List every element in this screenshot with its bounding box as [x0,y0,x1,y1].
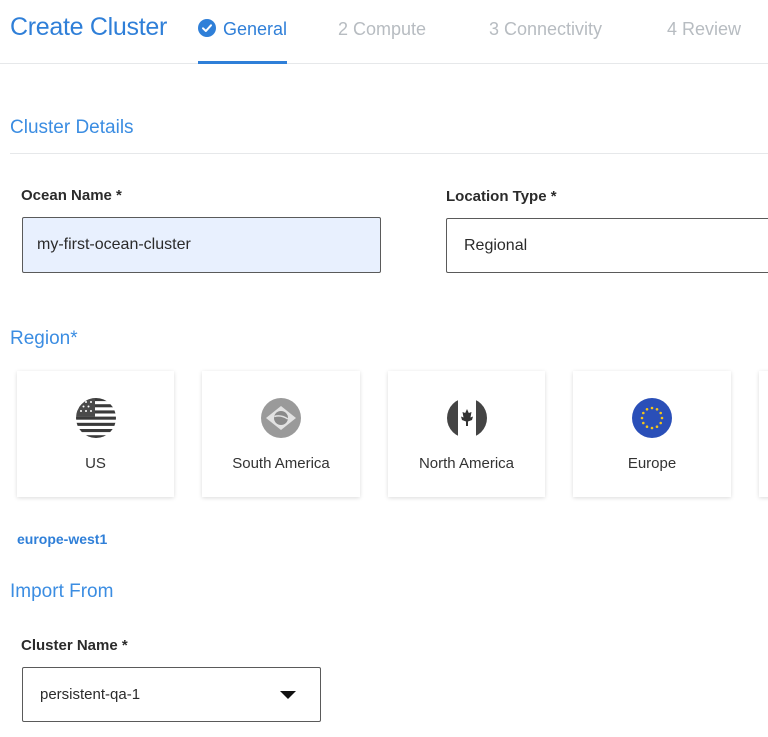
check-circle-icon [198,19,216,37]
brazil-flag-icon [261,398,301,438]
region-label-europe: Europe [627,455,677,472]
cluster-name-select[interactable]: persistent-qa-1 [22,667,321,722]
cluster-details-heading: Cluster Details [10,117,134,138]
step-review[interactable]: 4 Review [667,19,741,40]
import-from-heading: Import From [10,581,114,602]
active-step-indicator [198,61,287,64]
caret-down-icon [280,691,296,699]
location-type-label: Location Type * [446,188,557,205]
step-general[interactable]: General [198,19,287,40]
region-card-south-america[interactable]: South America [202,371,360,497]
step-compute[interactable]: 2 Compute [338,19,426,40]
region-card-us[interactable]: US [17,371,174,497]
selected-region-value: europe-west1 [17,531,108,547]
region-heading: Region* [10,328,78,349]
canada-flag-icon [446,398,487,438]
region-label-north-america: North America [418,455,515,472]
region-label-south-america: South America [232,455,330,472]
region-card-more[interactable] [759,371,768,497]
page-title: Create Cluster [10,13,167,41]
step-general-label: General [223,19,288,39]
location-type-select[interactable]: Regional [446,218,768,273]
region-label-us: US [85,455,106,472]
us-flag-icon [75,398,116,438]
wizard-header: Create Cluster General 2 Compute 3 Conne… [0,0,768,64]
cluster-name-value: persistent-qa-1 [40,686,141,703]
eu-flag-icon [632,398,672,438]
region-card-north-america[interactable]: North America [388,371,545,497]
section-divider [10,153,768,154]
step-connectivity[interactable]: 3 Connectivity [489,19,602,40]
region-card-europe[interactable]: Europe [573,371,731,497]
ocean-name-label: Ocean Name * [21,187,122,204]
ocean-name-input[interactable]: my-first-ocean-cluster [22,217,381,273]
cluster-name-label: Cluster Name * [21,637,128,654]
